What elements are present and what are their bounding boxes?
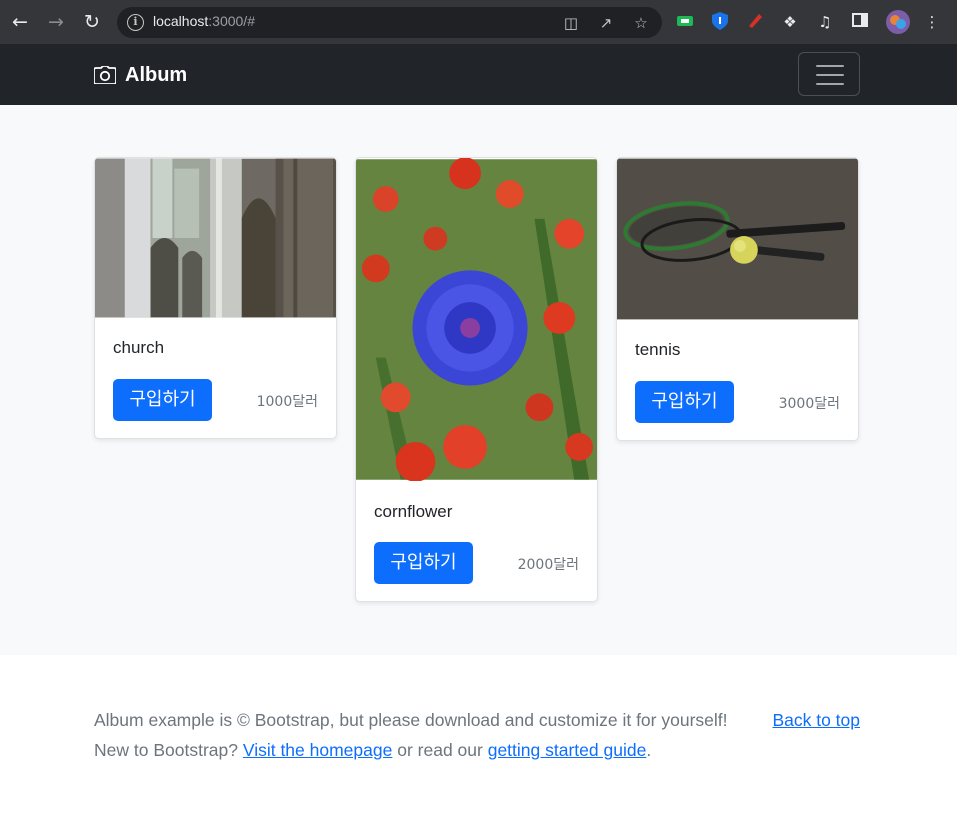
share-icon[interactable]: ↗ xyxy=(596,13,616,33)
footer-line-1: Album example is © Bootstrap, but please… xyxy=(94,710,728,730)
back-to-top-link[interactable]: Back to top xyxy=(772,710,860,731)
navbar-toggler-button[interactable] xyxy=(798,52,860,96)
homepage-link[interactable]: Visit the homepage xyxy=(243,740,393,760)
site-info-icon[interactable]: i xyxy=(127,14,144,31)
extension-green-icon[interactable] xyxy=(675,12,695,32)
card-title: tennis xyxy=(635,340,681,359)
tennis-image xyxy=(617,158,858,320)
back-arrow-icon[interactable]: ← xyxy=(8,10,32,34)
footer: Album example is © Bootstrap, but please… xyxy=(0,655,957,813)
shield-icon[interactable] xyxy=(710,12,730,32)
card-title: church xyxy=(113,338,165,357)
album-card-tennis: tennis 구입하기 3000달러 xyxy=(616,157,859,441)
navbar: Album xyxy=(0,44,957,105)
browser-toolbar: ← → ↻ i localhost:3000/# ◫ ↗ ☆ ❖ ♫ ⋮ xyxy=(0,0,957,44)
media-control-icon[interactable]: ♫ xyxy=(815,12,835,32)
side-panel-icon[interactable] xyxy=(850,12,870,32)
brand-title: Album xyxy=(125,63,188,86)
brand-link[interactable]: Album xyxy=(94,63,187,87)
bookmark-star-icon[interactable]: ☆ xyxy=(631,13,651,33)
card-price: 2000달러 xyxy=(517,557,579,573)
cornflower-image xyxy=(356,158,597,481)
puzzle-icon[interactable]: ❖ xyxy=(780,12,800,32)
getting-started-link[interactable]: getting started guide xyxy=(488,740,647,760)
album-section: church 구입하기 1000달러 cornflower 구입하기 2000달… xyxy=(0,105,957,655)
more-menu-icon[interactable]: ⋮ xyxy=(922,12,942,32)
buy-button[interactable]: 구입하기 xyxy=(635,381,734,423)
buy-button[interactable]: 구입하기 xyxy=(113,379,212,421)
profile-avatar-icon[interactable] xyxy=(886,10,910,34)
buy-button[interactable]: 구입하기 xyxy=(374,542,473,584)
card-price: 1000달러 xyxy=(256,394,318,410)
reload-icon[interactable]: ↻ xyxy=(80,10,104,34)
translate-icon[interactable]: ◫ xyxy=(561,13,581,33)
forward-arrow-icon[interactable]: → xyxy=(44,10,68,34)
hamburger-icon xyxy=(816,65,844,67)
address-bar[interactable]: i localhost:3000/# ◫ ↗ ☆ xyxy=(117,7,662,38)
church-image xyxy=(95,158,336,318)
pen-icon[interactable] xyxy=(745,12,765,32)
card-price: 3000달러 xyxy=(778,396,840,412)
camera-icon xyxy=(94,66,116,84)
album-card-cornflower: cornflower 구입하기 2000달러 xyxy=(355,157,598,602)
album-card-church: church 구입하기 1000달러 xyxy=(94,157,337,439)
card-title: cornflower xyxy=(374,502,453,521)
url-text[interactable]: localhost:3000/# xyxy=(153,13,255,29)
footer-line-2: New to Bootstrap? Visit the homepage or … xyxy=(94,740,652,760)
